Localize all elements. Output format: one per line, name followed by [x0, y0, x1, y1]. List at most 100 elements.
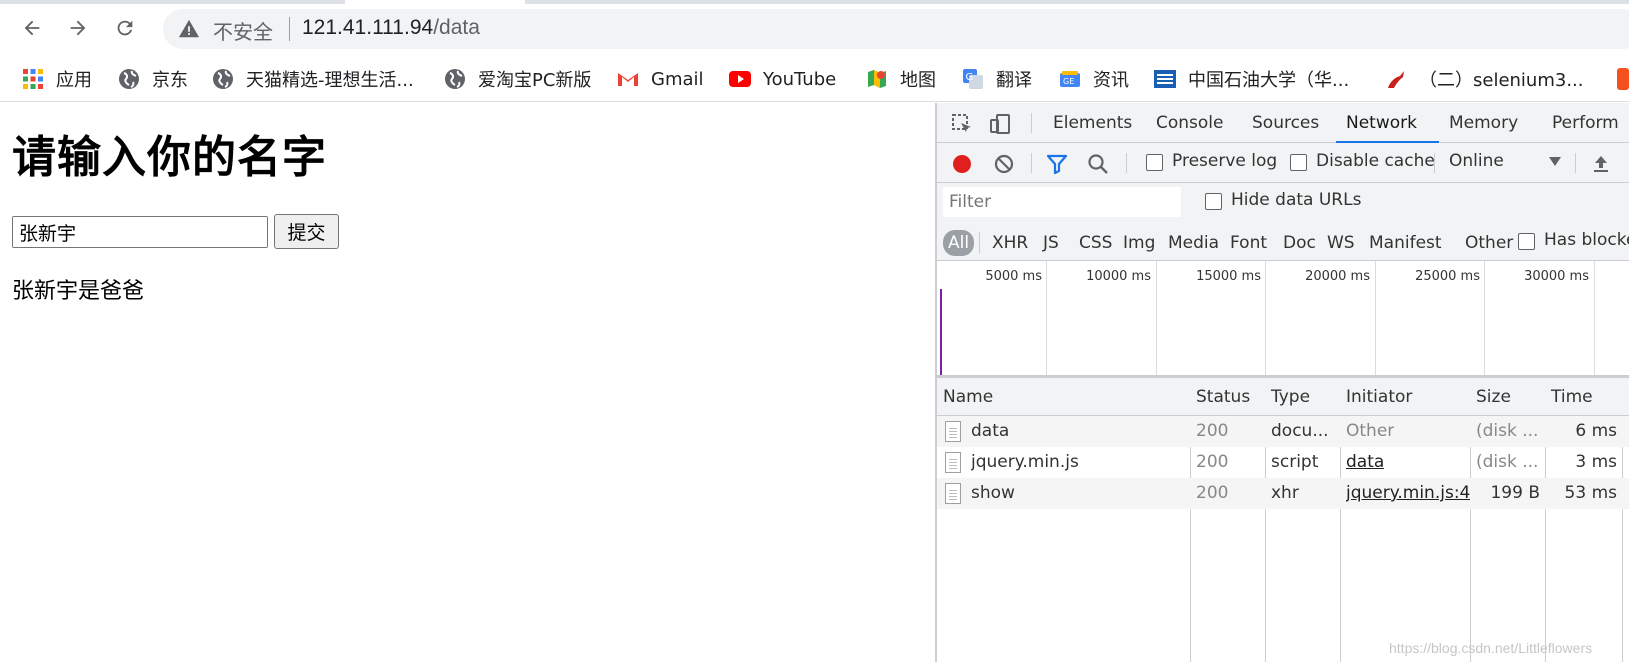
apps-grid-icon	[23, 69, 43, 89]
bookmark-university[interactable]: 中国石油大学（华...	[1154, 66, 1349, 92]
bookmark-label: Gmail	[651, 68, 704, 90]
security-label[interactable]: 不安全	[213, 16, 273, 45]
filter-input[interactable]	[943, 187, 1181, 217]
search-button[interactable]	[1085, 151, 1111, 177]
toolbar-divider	[1126, 153, 1127, 173]
request-initiator-link[interactable]: data	[1346, 447, 1384, 478]
timeline-label: 20000 ms	[1305, 269, 1370, 284]
watermark: https://blog.csdn.net/Littleflowers	[1389, 640, 1593, 656]
bookmark-selenium[interactable]: （二）selenium3...	[1385, 66, 1584, 92]
document-icon	[945, 421, 961, 442]
import-har-button[interactable]	[1588, 151, 1614, 177]
column-header-type[interactable]: Type	[1265, 378, 1310, 416]
filter-bar: Hide data URLs	[937, 183, 1629, 223]
throttle-select[interactable]: Online	[1449, 151, 1564, 171]
request-initiator: Other	[1346, 421, 1395, 441]
tab-sources[interactable]: Sources	[1242, 103, 1329, 143]
hide-data-urls-checkbox[interactable]	[1205, 193, 1222, 210]
name-input[interactable]	[12, 216, 268, 248]
type-filter-all[interactable]: All	[943, 230, 975, 256]
type-filter-img[interactable]: Img	[1119, 230, 1159, 256]
tab-elements[interactable]: Elements	[1043, 103, 1142, 143]
request-size: (disk ...	[1476, 421, 1539, 441]
type-filter-ws[interactable]: WS	[1323, 230, 1359, 256]
back-button[interactable]	[14, 10, 50, 46]
web-page: 请输入你的名字 提交 张新宇是爸爸	[0, 103, 935, 662]
tab-console[interactable]: Console	[1146, 103, 1234, 143]
disable-cache-label: Disable cache	[1316, 151, 1435, 171]
inspect-element-button[interactable]	[949, 111, 975, 137]
filter-toggle-button[interactable]	[1044, 151, 1070, 177]
bookmark-youtube[interactable]: YouTube	[729, 66, 836, 92]
table-row[interactable]: jquery.min.js 200 script data (disk ... …	[937, 447, 1629, 478]
bookmark-overflow[interactable]	[1617, 66, 1629, 92]
timeline-gridline	[1156, 261, 1157, 375]
has-blocked-label: Has blocke	[1544, 230, 1629, 250]
globe-icon	[119, 69, 139, 89]
forward-button[interactable]	[60, 10, 96, 46]
type-filter-manifest[interactable]: Manifest	[1365, 230, 1446, 256]
device-toolbar-button[interactable]	[987, 111, 1013, 137]
column-header-initiator[interactable]: Initiator	[1340, 378, 1412, 416]
svg-text:G: G	[966, 72, 974, 83]
bookmark-aitaobao[interactable]: 爱淘宝PC新版	[444, 66, 591, 92]
bookmarks-bar: 应用 京东 天猫精选-理想生活... 爱淘宝PC新版 Gmail YouTube…	[0, 56, 1629, 102]
toolbar-divider	[1031, 113, 1032, 133]
request-status: 200	[1196, 452, 1229, 472]
has-blocked-checkbox[interactable]	[1518, 233, 1535, 250]
record-button[interactable]	[949, 151, 975, 177]
request-marker	[940, 289, 942, 375]
timeline-gridline	[1265, 261, 1266, 375]
column-header-time[interactable]: Time	[1545, 378, 1593, 416]
request-status: 200	[1196, 421, 1229, 441]
type-filter-media[interactable]: Media	[1164, 230, 1223, 256]
hide-data-urls-label: Hide data URLs	[1231, 190, 1362, 210]
bookmark-maps[interactable]: 地图	[866, 66, 936, 92]
request-time: 6 ms	[1575, 421, 1617, 441]
bookmark-jd[interactable]: 京东	[118, 66, 188, 92]
address-bar[interactable]: 不安全 121.41.111.94/data	[163, 9, 1629, 49]
bookmark-news[interactable]: GE 资讯	[1059, 66, 1129, 92]
bookmark-label: 资讯	[1093, 70, 1129, 91]
search-icon	[1088, 154, 1108, 174]
bookmark-tmall[interactable]: 天猫精选-理想生活...	[212, 66, 414, 92]
tab-memory[interactable]: Memory	[1439, 103, 1528, 143]
column-header-size[interactable]: Size	[1470, 378, 1511, 416]
submit-button[interactable]: 提交	[274, 214, 339, 249]
tab-performance[interactable]: Perform	[1542, 103, 1629, 143]
preserve-log-label: Preserve log	[1172, 151, 1278, 171]
network-controls: Preserve log Disable cache Online	[937, 143, 1629, 183]
university-icon	[1154, 70, 1176, 88]
bookmark-gmail[interactable]: Gmail	[617, 66, 704, 92]
warning-icon[interactable]	[178, 18, 200, 40]
reload-button[interactable]	[107, 10, 143, 46]
request-initiator-link[interactable]: jquery.min.js:4	[1346, 478, 1470, 509]
bookmark-apps[interactable]: 应用	[22, 66, 92, 92]
type-filter-css[interactable]: CSS	[1075, 230, 1116, 256]
type-filter-js[interactable]: JS	[1039, 230, 1063, 256]
type-filter-other[interactable]: Other	[1461, 230, 1517, 256]
timeline-label: 30000 ms	[1524, 269, 1589, 284]
column-header-status[interactable]: Status	[1190, 378, 1250, 416]
script-file-icon	[945, 452, 961, 473]
clear-button[interactable]	[991, 151, 1017, 177]
timeline-gridline	[1375, 261, 1376, 375]
type-filter-doc[interactable]: Doc	[1279, 230, 1320, 256]
type-filter-xhr[interactable]: XHR	[988, 230, 1032, 256]
request-status: 200	[1196, 483, 1229, 503]
xhr-file-icon	[945, 483, 961, 504]
disable-cache-checkbox[interactable]	[1290, 154, 1307, 171]
tab-network[interactable]: Network	[1336, 103, 1439, 143]
timeline-label: 25000 ms	[1415, 269, 1480, 284]
office-icon	[1617, 68, 1629, 90]
bookmark-translate[interactable]: G 翻译	[962, 66, 1032, 92]
preserve-log-checkbox[interactable]	[1146, 154, 1163, 171]
address-divider	[289, 17, 290, 41]
table-row[interactable]: show 200 xhr jquery.min.js:4 199 B 53 ms	[937, 478, 1629, 509]
column-header-name[interactable]: Name	[937, 378, 993, 416]
type-filter-font[interactable]: Font	[1226, 230, 1271, 256]
request-name: jquery.min.js	[971, 452, 1079, 472]
url-text[interactable]: 121.41.111.94/data	[302, 16, 480, 40]
table-row[interactable]: data 200 docu... Other (disk ... 6 ms	[937, 416, 1629, 447]
network-overview[interactable]: 5000 ms 10000 ms 15000 ms 20000 ms 25000…	[937, 261, 1629, 378]
